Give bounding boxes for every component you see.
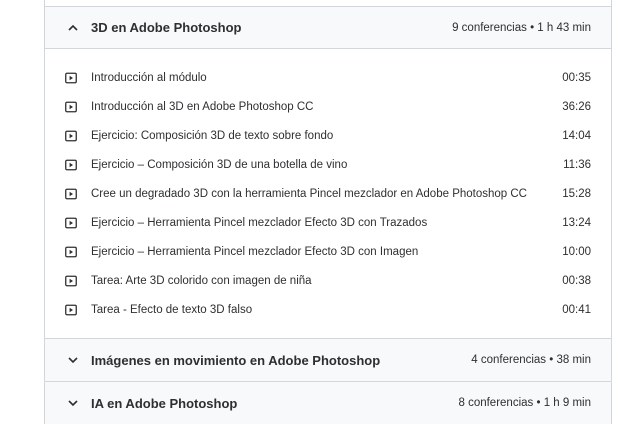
lecture-item[interactable]: Introducción al 3D en Adobe Photoshop CC…	[45, 92, 611, 121]
lecture-duration: 00:38	[562, 274, 591, 287]
lecture-item[interactable]: Ejercicio – Herramienta Pincel mezclador…	[45, 208, 611, 237]
curriculum-panel: 3D en Adobe Photoshop 9 conferencias • 1…	[44, 0, 612, 424]
section-title: IA en Adobe Photoshop	[91, 395, 238, 411]
lecture-item[interactable]: Cree un degradado 3D con la herramienta …	[45, 179, 611, 208]
video-play-icon	[65, 159, 77, 171]
lecture-duration: 14:04	[562, 129, 591, 142]
lecture-duration: 15:28	[562, 187, 591, 200]
lecture-title: Cree un degradado 3D con la herramienta …	[91, 187, 527, 200]
video-play-icon	[65, 130, 77, 142]
video-play-icon	[65, 304, 77, 316]
lecture-title: Introducción al módulo	[91, 71, 207, 84]
video-play-icon	[65, 188, 77, 200]
section-meta: 4 conferencias • 38 min	[471, 354, 591, 366]
chevron-down-icon	[67, 399, 79, 407]
section-title: 3D en Adobe Photoshop	[91, 20, 242, 35]
lecture-item[interactable]: Tarea: Arte 3D colorido con imagen de ni…	[45, 266, 611, 295]
video-play-icon	[65, 72, 77, 84]
lecture-duration: 00:35	[562, 71, 591, 84]
lecture-item[interactable]: Tarea - Efecto de texto 3D falso 00:41	[45, 295, 611, 324]
lecture-title: Ejercicio – Herramienta Pincel mezclador…	[91, 245, 419, 258]
lecture-item[interactable]: Ejercicio – Composición 3D de una botell…	[45, 150, 611, 179]
chevron-up-icon	[67, 24, 79, 31]
lecture-title: Introducción al 3D en Adobe Photoshop CC	[91, 100, 314, 113]
lecture-duration: 13:24	[562, 216, 591, 229]
section-meta: 8 conferencias • 1 h 9 min	[458, 397, 591, 409]
lecture-item[interactable]: Ejercicio: Composición 3D de texto sobre…	[45, 121, 611, 150]
section-header-3d[interactable]: 3D en Adobe Photoshop 9 conferencias • 1…	[45, 7, 611, 49]
section-meta: 9 conferencias • 1 h 43 min	[452, 21, 591, 34]
lecture-title: Ejercicio – Composición 3D de una botell…	[91, 158, 348, 171]
lecture-item[interactable]: Ejercicio – Herramienta Pincel mezclador…	[45, 237, 611, 266]
video-play-icon	[65, 275, 77, 287]
lecture-duration: 36:26	[562, 100, 591, 113]
lecture-title: Ejercicio – Herramienta Pincel mezclador…	[91, 216, 428, 229]
chevron-down-icon	[67, 356, 79, 364]
lecture-duration: 11:36	[563, 158, 591, 171]
video-play-icon	[65, 246, 77, 258]
lecture-item[interactable]: Introducción al módulo 00:35	[45, 63, 611, 92]
lecture-title: Tarea - Efecto de texto 3D falso	[91, 303, 253, 316]
lecture-title: Tarea: Arte 3D colorido con imagen de ni…	[91, 274, 312, 287]
lecture-title: Ejercicio: Composición 3D de texto sobre…	[91, 129, 334, 142]
video-play-icon	[65, 101, 77, 113]
section-header-ai[interactable]: IA en Adobe Photoshop 8 conferencias • 1…	[45, 381, 611, 424]
lecture-duration: 10:00	[562, 245, 591, 258]
lecture-duration: 00:41	[562, 303, 591, 316]
section-header-motion[interactable]: Imágenes en movimiento en Adobe Photosho…	[45, 338, 611, 381]
video-play-icon	[65, 217, 77, 229]
section-title: Imágenes en movimiento en Adobe Photosho…	[91, 352, 381, 368]
